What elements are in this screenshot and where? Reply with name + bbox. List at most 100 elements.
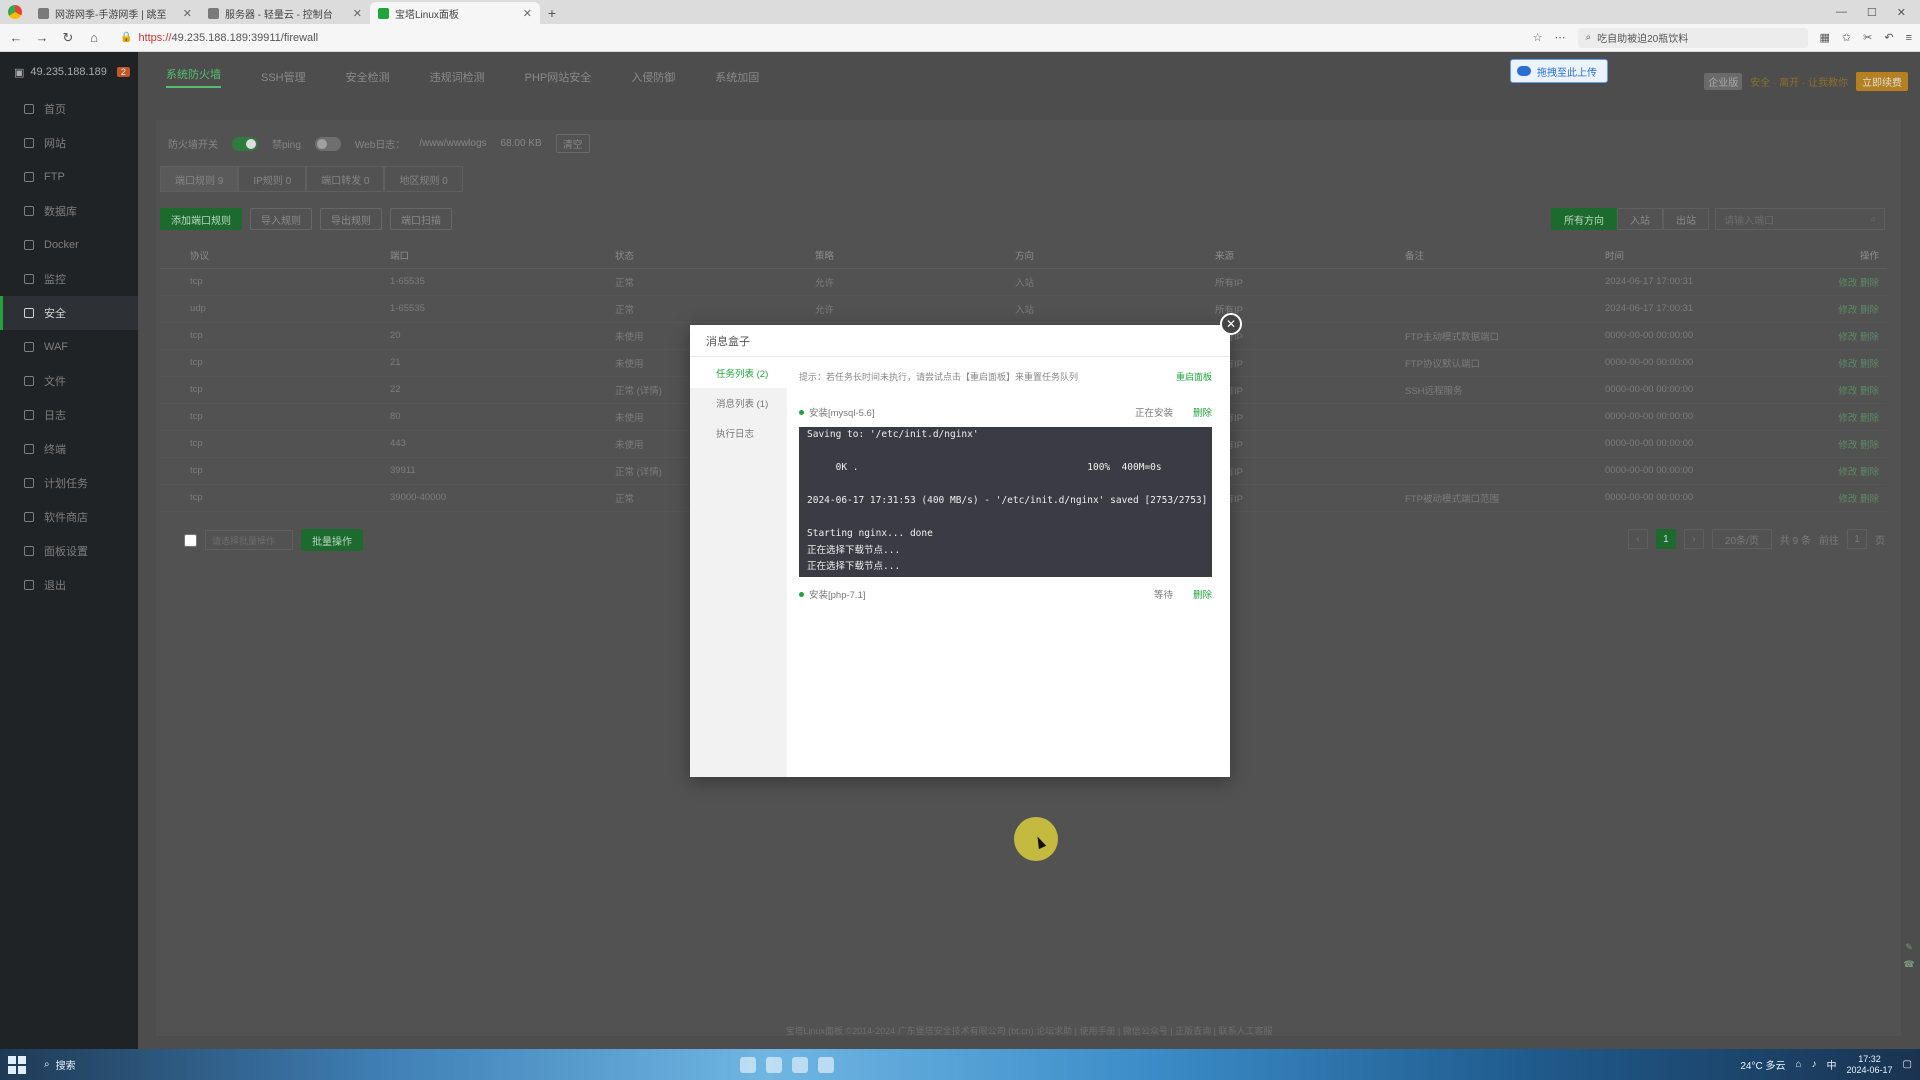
column-header[interactable]: 状态: [607, 242, 807, 269]
home-icon[interactable]: ⌂: [86, 30, 102, 45]
nav-tab[interactable]: 系统防火墙: [166, 66, 221, 88]
rule-action-button[interactable]: 导出规则: [320, 208, 382, 230]
table-row[interactable]: tcp 1-65535 正常 允许 入站 所有IP 2024-06-17 17:00:31 修…: [160, 268, 1887, 296]
row-actions[interactable]: 修改 删除: [1787, 349, 1887, 377]
rule-action-button[interactable]: 端口扫描: [390, 208, 452, 230]
row-actions[interactable]: 修改 删除: [1787, 268, 1887, 296]
nav-tab[interactable]: PHP网站安全: [525, 69, 592, 85]
more-icon[interactable]: ⋯: [1555, 31, 1566, 44]
sidebar-item[interactable]: 文件: [0, 364, 138, 398]
sidebar-item[interactable]: 日志: [0, 398, 138, 432]
new-tab-icon[interactable]: +: [540, 2, 564, 24]
task-delete-link[interactable]: 删除: [1193, 405, 1212, 419]
close-window-icon[interactable]: ✕: [1897, 6, 1906, 19]
sidebar-item[interactable]: 终端: [0, 432, 138, 466]
taskbar-search[interactable]: ⌕ 搜索: [38, 1054, 188, 1076]
row-actions[interactable]: 修改 删除: [1787, 430, 1887, 458]
explorer-app-icon[interactable]: [766, 1056, 782, 1073]
forward-icon[interactable]: →: [34, 30, 50, 45]
reload-icon[interactable]: ↻: [60, 30, 76, 46]
port-search-input[interactable]: 请输入端口 ⌕: [1715, 208, 1885, 230]
tools-icon[interactable]: ✂: [1863, 31, 1872, 44]
weblog-path[interactable]: /www/wwwlogs: [419, 138, 486, 149]
rule-tab[interactable]: 地区规则 0: [384, 166, 463, 192]
sidebar-item[interactable]: 安全: [0, 296, 138, 330]
weather[interactable]: 24°C 多云: [1740, 1057, 1785, 1072]
sidebar-item[interactable]: Docker: [0, 228, 138, 262]
rule-action-button[interactable]: 导入规则: [250, 208, 312, 230]
column-header[interactable]: 策略: [807, 242, 1007, 269]
sidebar-item[interactable]: 计划任务: [0, 466, 138, 500]
row-checkbox[interactable]: [160, 403, 182, 431]
direction-button[interactable]: 入站: [1617, 208, 1663, 230]
maximize-icon[interactable]: ☐: [1867, 6, 1877, 19]
sidebar-item[interactable]: 网站: [0, 126, 138, 160]
url-field[interactable]: 🔒 https://49.235.188.189:39911/firewall: [112, 28, 1412, 48]
row-actions[interactable]: 修改 删除: [1787, 295, 1887, 323]
notification-badge[interactable]: 2: [116, 67, 130, 77]
prev-page-icon[interactable]: ‹: [1627, 529, 1648, 549]
search-icon[interactable]: ⌕: [1870, 214, 1876, 225]
browser-logo-icon[interactable]: [0, 0, 30, 24]
tab-close-icon[interactable]: ✕: [353, 7, 362, 20]
page-current[interactable]: 1: [1655, 529, 1676, 549]
column-header[interactable]: 协议: [182, 242, 382, 269]
rule-tab[interactable]: IP规则 0: [238, 166, 307, 192]
start-icon[interactable]: [8, 1055, 26, 1074]
star-icon[interactable]: ☆: [1533, 31, 1543, 44]
close-icon[interactable]: ✕: [1220, 313, 1242, 335]
direction-button[interactable]: 出站: [1663, 208, 1709, 230]
rule-tab[interactable]: 端口规则 9: [160, 166, 239, 192]
column-header[interactable]: 来源: [1207, 242, 1397, 269]
menu-icon[interactable]: ≡: [1906, 32, 1912, 44]
ime-indicator[interactable]: 中: [1827, 1057, 1837, 1072]
sidebar-item[interactable]: 首页: [0, 92, 138, 126]
apps-icon[interactable]: ▦: [1820, 31, 1830, 44]
tab-close-icon[interactable]: ✕: [183, 7, 192, 20]
clear-log-button[interactable]: 清空: [555, 134, 590, 153]
next-page-icon[interactable]: ›: [1683, 529, 1704, 549]
undo-icon[interactable]: ↶: [1884, 31, 1893, 44]
feedback-icon[interactable]: ✎: [1905, 942, 1913, 953]
nav-tab[interactable]: 系统加固: [715, 69, 759, 85]
column-header[interactable]: 操作: [1787, 242, 1887, 269]
row-actions[interactable]: 修改 删除: [1787, 403, 1887, 431]
browser-tab[interactable]: 网游网季-手游网季 | 跳至 ✕: [30, 2, 200, 24]
favorites-icon[interactable]: ✩: [1842, 31, 1851, 44]
goto-page-input[interactable]: 1: [1847, 529, 1867, 549]
service-icon[interactable]: ☎: [1903, 959, 1914, 970]
terminal-app-icon[interactable]: [792, 1056, 808, 1073]
row-checkbox[interactable]: [160, 376, 182, 404]
clock[interactable]: 17:32 2024-06-17: [1847, 1054, 1893, 1076]
table-row[interactable]: udp 1-65535 正常 允许 入站 所有IP 2024-06-17 17:00:31 修…: [160, 295, 1887, 323]
row-checkbox[interactable]: [160, 268, 182, 296]
restart-panel-link[interactable]: 重启面板: [1176, 370, 1212, 383]
firewall-toggle[interactable]: [232, 136, 258, 151]
back-icon[interactable]: ←: [8, 30, 24, 45]
column-header[interactable]: 时间: [1597, 242, 1787, 269]
sidebar-item[interactable]: FTP: [0, 160, 138, 194]
select-all-checkbox[interactable]: [184, 533, 197, 547]
install-log-console[interactable]: Saving to: '/etc/init.d/nginx' 0K . 100%…: [799, 427, 1212, 577]
upload-button[interactable]: 拖拽至此上传: [1510, 59, 1608, 83]
row-checkbox[interactable]: [160, 349, 182, 377]
row-checkbox[interactable]: [160, 295, 182, 323]
row-actions[interactable]: 修改 删除: [1787, 484, 1887, 512]
sidebar-item[interactable]: WAF: [0, 330, 138, 364]
row-checkbox[interactable]: [160, 457, 182, 485]
row-actions[interactable]: 修改 删除: [1787, 457, 1887, 485]
nav-tab[interactable]: 安全检测: [346, 69, 390, 85]
sidebar-item[interactable]: 数据库: [0, 194, 138, 228]
page-size-select[interactable]: 20条/页: [1711, 529, 1772, 549]
browser-search-input[interactable]: ⌕ 吃自助被迫20瓶饮料: [1577, 27, 1808, 48]
sidebar-item[interactable]: 退出: [0, 568, 138, 602]
modal-tab[interactable]: 执行日志: [690, 418, 787, 448]
folder-app-icon[interactable]: [818, 1056, 834, 1073]
column-header[interactable]: 方向: [1007, 242, 1207, 269]
column-header[interactable]: 端口: [382, 242, 607, 269]
notification-icon[interactable]: ▢: [1903, 1059, 1912, 1070]
nav-tab[interactable]: 违规词检测: [430, 69, 485, 85]
nav-tab[interactable]: 入侵防御: [631, 69, 675, 85]
modal-tab[interactable]: 任务列表 (2): [690, 358, 787, 388]
top-links[interactable]: 安全 · 离开 · 让我教你: [1750, 74, 1848, 89]
